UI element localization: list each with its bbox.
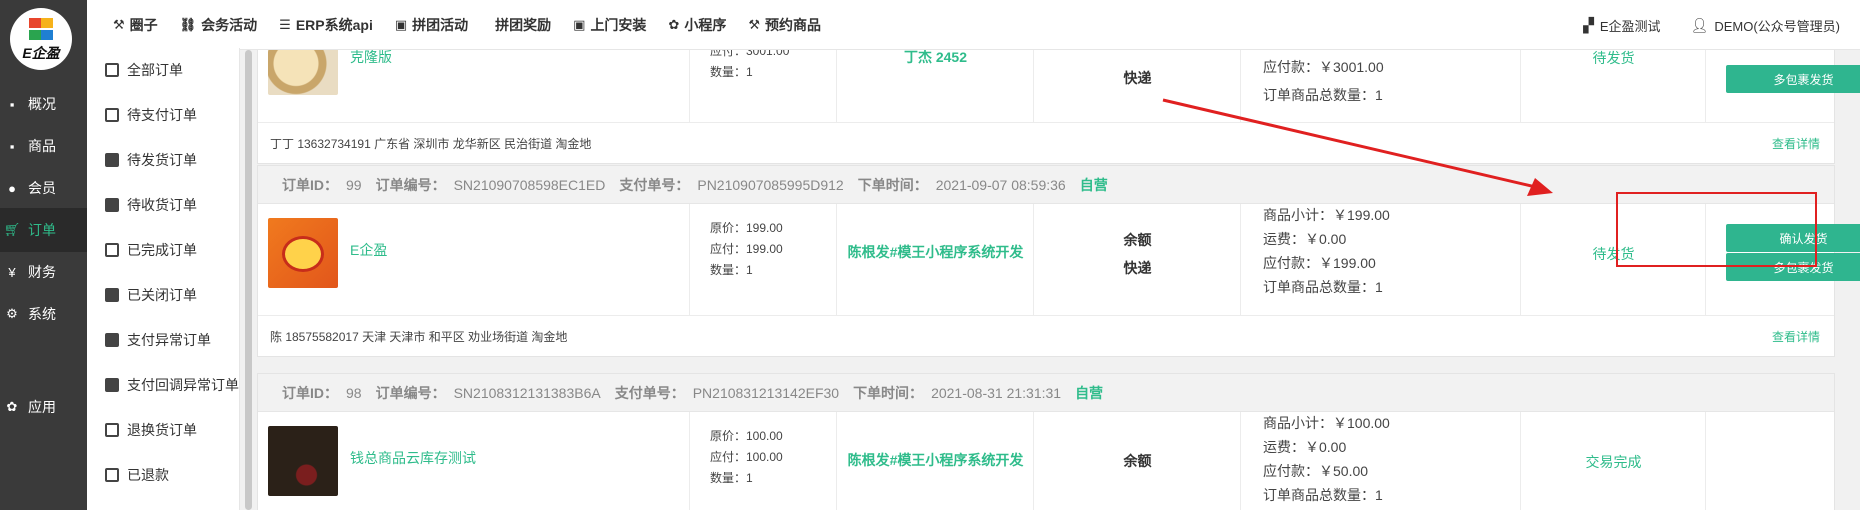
- annotation-arrow-icon: [1162, 98, 1553, 196]
- app: E企盈 ▪ 概况 ▪ 商品 ● 会员 🛒︎ 订单 ¥ 财务 ⚙ 系统 ✿ 应用 ⚒ 圈子 ⛓ 会务…: [0, 0, 1860, 510]
